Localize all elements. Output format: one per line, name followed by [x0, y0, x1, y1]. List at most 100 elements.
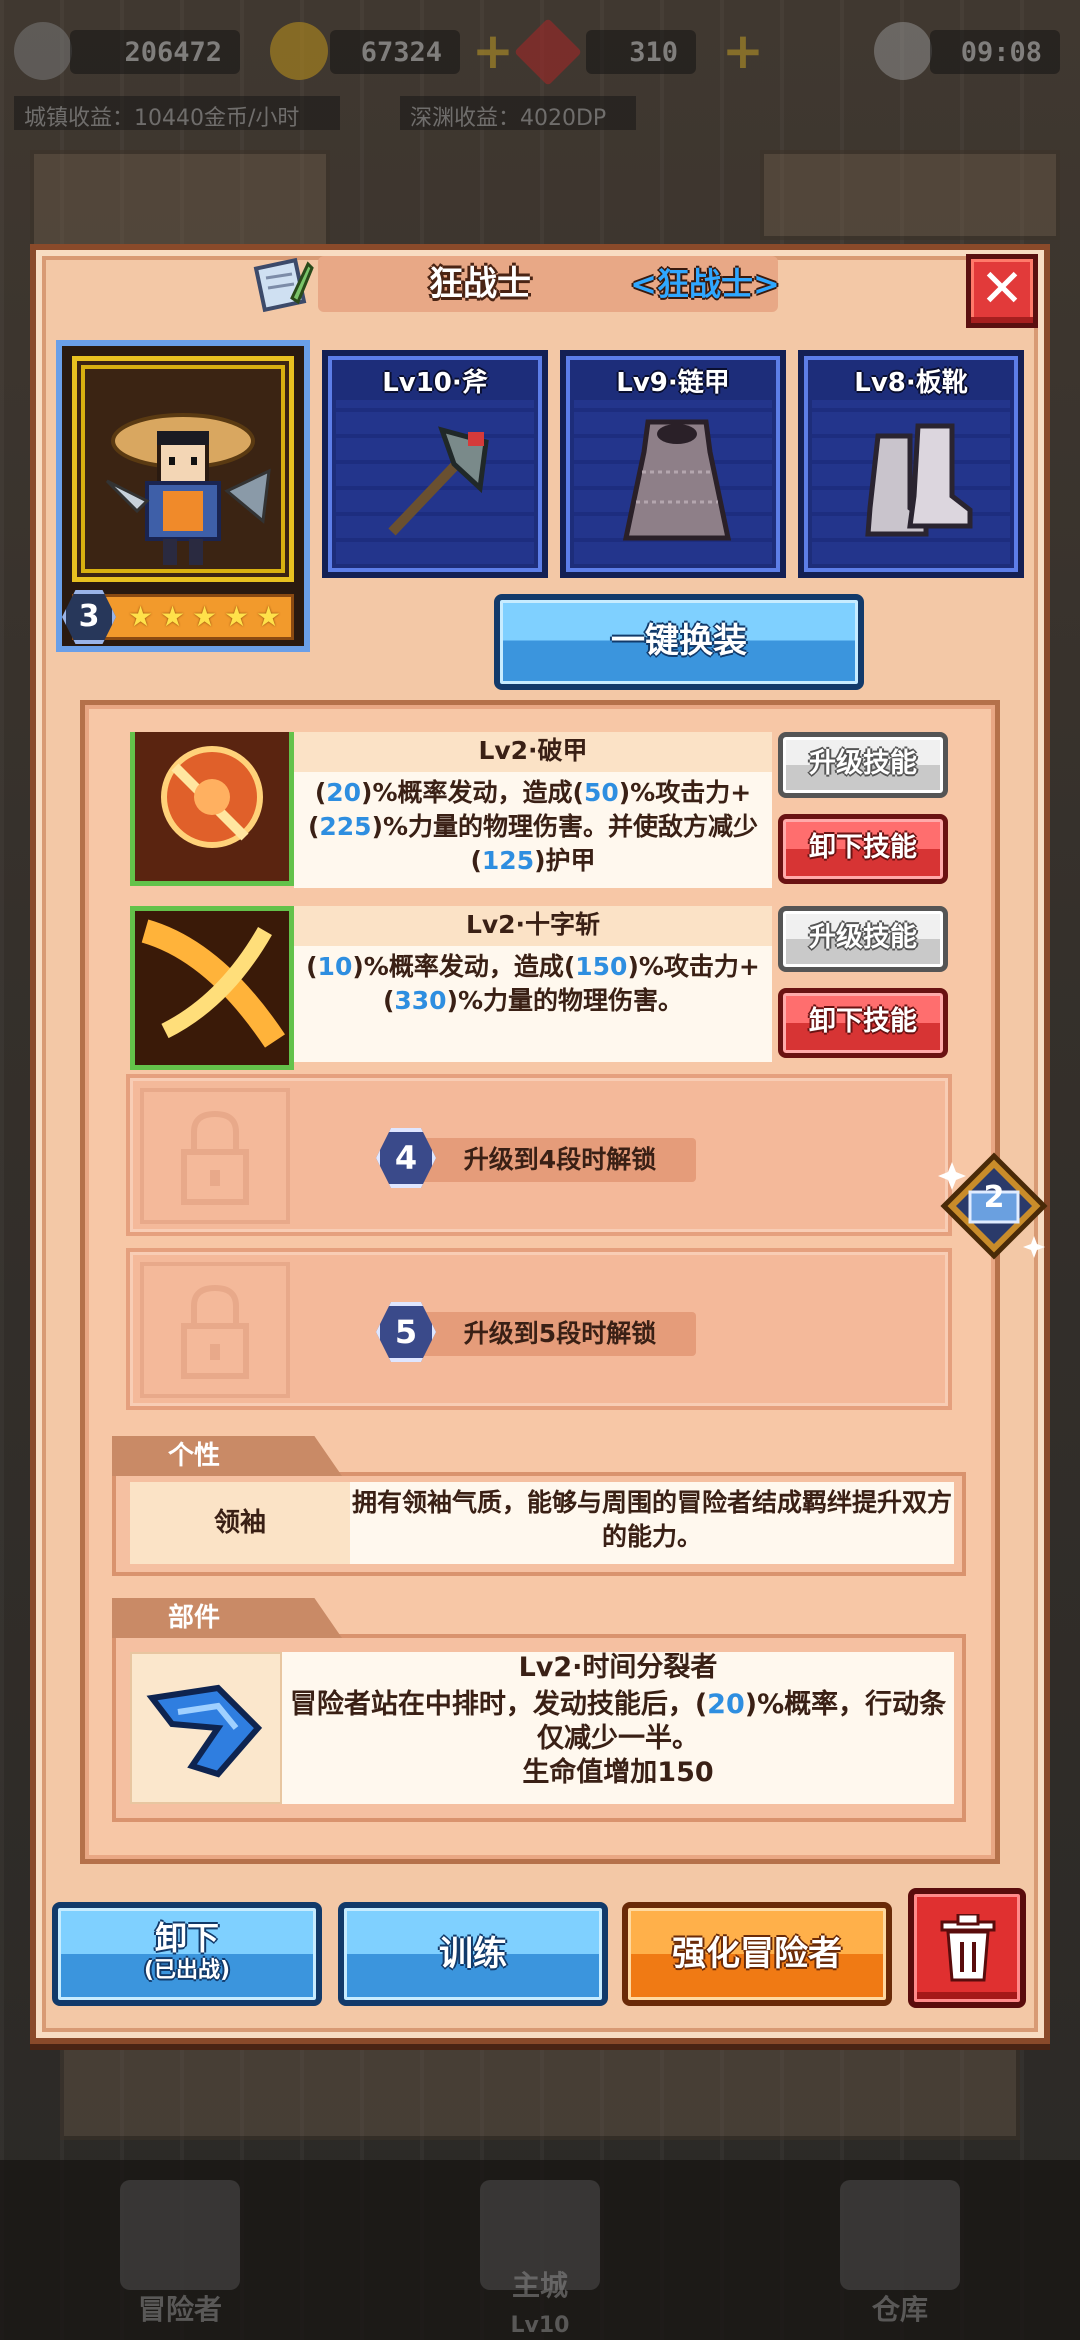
train-button[interactable]: 训练: [338, 1902, 608, 2006]
text-segment: (: [314, 778, 327, 807]
equip-boots-label: Lv8·板靴: [854, 368, 968, 398]
equip-slot-armor[interactable]: Lv9·链甲: [560, 350, 786, 578]
skill-title: Lv2·十字斩: [294, 906, 772, 946]
one-click-equip-button[interactable]: 一键换装: [494, 594, 864, 690]
hero-class-tag: <狂战士>: [630, 265, 780, 303]
bg-building: [760, 150, 1060, 240]
highlight-value: 10: [317, 952, 353, 981]
gem-value: 310: [586, 30, 696, 74]
bg-building: [60, 2040, 1020, 2140]
star-icon: ★: [224, 600, 250, 633]
nav-adventurer-label: 冒险者: [137, 2293, 222, 2326]
text-segment: )%概率发动，造成(: [352, 952, 576, 981]
coin-value: 67324: [330, 30, 460, 74]
close-icon: ✕: [980, 259, 1024, 319]
part-bonus-text: 生命值增加150: [522, 1757, 714, 1788]
star-icon: ★: [160, 600, 186, 633]
trait-name: 领袖: [130, 1482, 350, 1564]
text-segment: 冒险者站在中排时，发动技能后，(: [289, 1689, 708, 1720]
axe-icon: [388, 426, 489, 536]
unequip-skill-button[interactable]: 卸下技能: [778, 988, 948, 1058]
highlight-value: 330: [394, 986, 447, 1015]
equip-armor-label: Lv9·链甲: [616, 368, 730, 398]
upgrade-skill-button[interactable]: 升级技能: [778, 732, 948, 798]
locked-skill-slot: 5 升级到5段时解锁: [126, 1248, 952, 1410]
star-icon: ★: [128, 600, 154, 633]
text-segment: )护甲: [534, 846, 596, 875]
text-segment: (: [306, 952, 318, 981]
trait-description: 拥有领袖气质，能够与周围的冒险者结成羁绊提升双方的能力。: [351, 1488, 952, 1551]
time-value: 09:08: [930, 30, 1060, 74]
trash-icon: [940, 1914, 996, 1982]
time-splitter-part-icon: [130, 1652, 282, 1804]
lock-box: [140, 1262, 290, 1398]
unequip-skill-button[interactable]: 卸下技能: [778, 814, 948, 884]
nav-main-city[interactable]: 主城 Lv10: [360, 2160, 720, 2340]
lock-box: [140, 1088, 290, 1224]
unequip-hero-sublabel: (已出战): [143, 1958, 231, 1983]
hero-portrait: [72, 356, 294, 582]
delete-button[interactable]: [908, 1888, 1026, 2008]
equip-slot-boots[interactable]: Lv8·板靴: [798, 350, 1024, 578]
lock-icon: [181, 1110, 249, 1205]
chainmail-icon: [622, 419, 732, 541]
adventurer-icon: [120, 2180, 240, 2290]
side-badge-count: 2: [983, 1180, 1005, 1215]
add-coin-icon[interactable]: +: [472, 26, 514, 76]
text-segment: )%力量的物理伤害。: [446, 986, 684, 1015]
trait-section-tab: 个性: [112, 1436, 342, 1476]
score-value: 206472: [70, 30, 240, 74]
nav-warehouse[interactable]: 仓库: [720, 2160, 1080, 2340]
nav-warehouse-label: 仓库: [871, 2293, 928, 2326]
berserker-sprite-icon: [105, 413, 271, 565]
star-icon: ★: [192, 600, 218, 633]
lock-icon: [181, 1284, 249, 1379]
skill-row: Lv2·破甲 (20)%概率发动，造成(50)%攻击力+(225)%力量的物理伤…: [112, 732, 968, 902]
nav-main-city-level: Lv10: [510, 2313, 570, 2338]
part-description: 冒险者站在中排时，发动技能后，(20)%概率，行动条仅减少一半。 生命值增加15…: [282, 1688, 954, 1790]
text-segment: )%概率发动，造成(: [361, 778, 584, 807]
locked-skill-slot: 4 升级到4段时解锁: [126, 1074, 952, 1236]
coin-icon: [270, 22, 328, 80]
plate-boots-icon: [865, 423, 973, 537]
nav-adventurer[interactable]: 冒险者: [0, 2160, 360, 2340]
equip-slot-weapon[interactable]: Lv10·斧: [322, 350, 548, 578]
upgrade-skill-button[interactable]: 升级技能: [778, 906, 948, 972]
skill-title: Lv2·破甲: [294, 732, 772, 772]
part-title: Lv2·时间分裂者: [518, 1652, 718, 1683]
town-income: 城镇收益：10440金币/小时: [14, 96, 340, 131]
highlight-value: 20: [707, 1689, 745, 1720]
gem-icon: [514, 18, 582, 86]
skill-description: (10)%概率发动，造成(150)%攻击力+(330)%力量的物理伤害。: [302, 950, 764, 1018]
hero-name: 狂战士: [429, 264, 531, 304]
cross-slash-skill-icon: [130, 906, 294, 1070]
highlight-value: 20: [326, 778, 362, 807]
clock-icon: [874, 22, 932, 80]
top-status-bar: 206472 67324 + 310 + 09:08 城镇收益：10440金币/…: [0, 0, 1080, 140]
bg-building: [30, 150, 330, 250]
highlight-value: 225: [319, 812, 372, 841]
highlight-value: 150: [575, 952, 628, 981]
warehouse-icon: [840, 2180, 960, 2290]
star-icon: ★: [256, 600, 282, 633]
score-icon: [14, 22, 72, 80]
abyss-income: 深渊收益：4020DP: [400, 96, 636, 131]
highlight-value: 125: [481, 846, 535, 875]
part-effect-text: 冒险者站在中排时，发动技能后，(20)%概率，行动条仅减少一半。: [282, 1688, 954, 1756]
skill-row: Lv2·十字斩 (10)%概率发动，造成(150)%攻击力+(330)%力量的物…: [112, 906, 968, 1076]
bottom-nav: 冒险者 主城 Lv10 仓库: [0, 2160, 1080, 2340]
skill-description: (20)%概率发动，造成(50)%攻击力+(225)%力量的物理伤害。并使敌方减…: [302, 776, 764, 878]
rename-scroll-icon[interactable]: [252, 254, 314, 316]
armor-break-skill-icon: [130, 732, 294, 886]
unlock-hint: 升级到5段时解锁: [463, 1319, 657, 1348]
equip-weapon-label: Lv10·斧: [382, 368, 488, 398]
enhance-adventurer-button[interactable]: 强化冒险者: [622, 1902, 892, 2006]
hero-portrait-card[interactable]: 3 ★ ★ ★ ★ ★: [56, 340, 310, 652]
unequip-hero-button[interactable]: 卸下 (已出战): [52, 1902, 322, 2006]
unlock-hint: 升级到4段时解锁: [463, 1145, 657, 1174]
side-chest-badge[interactable]: 2: [938, 1150, 1050, 1262]
add-gem-icon[interactable]: +: [722, 26, 764, 76]
close-button[interactable]: ✕: [966, 254, 1038, 328]
highlight-value: 50: [583, 778, 619, 807]
part-section-tab: 部件: [112, 1598, 342, 1638]
